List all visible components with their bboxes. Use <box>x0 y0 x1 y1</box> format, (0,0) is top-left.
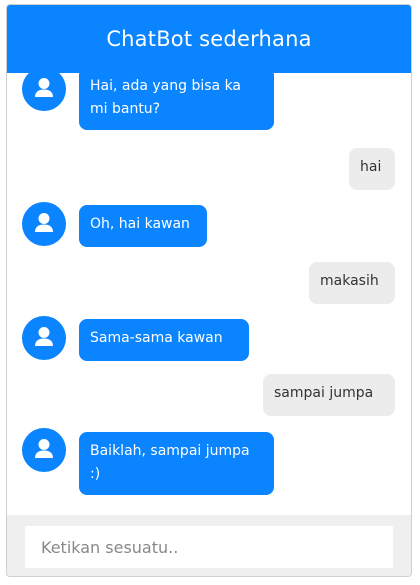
user-icon <box>22 73 66 111</box>
user-icon <box>22 428 66 472</box>
bot-message: Sama-sama kawan <box>79 319 249 361</box>
chat-header: ChatBot sederhana <box>7 5 411 73</box>
message-input[interactable] <box>25 526 393 568</box>
chat-title: ChatBot sederhana <box>106 27 312 51</box>
user-icon <box>22 202 66 246</box>
user-message: hai <box>349 148 395 190</box>
user-message: makasih <box>309 262 395 304</box>
input-bar <box>7 515 411 576</box>
user-message: sampai jumpa <box>263 374 395 416</box>
bot-message: Oh, hai kawan <box>79 205 207 247</box>
bot-message: Baiklah, sampai jumpa :) <box>79 432 274 495</box>
bot-message: Hai, ada yang bisa ka mi bantu? <box>79 73 274 130</box>
chat-window: ChatBot sederhana Hai, ada yang bisa ka … <box>6 4 412 577</box>
message-list[interactable]: Hai, ada yang bisa ka mi bantu? hai Oh, … <box>7 73 411 515</box>
user-icon <box>22 316 66 360</box>
